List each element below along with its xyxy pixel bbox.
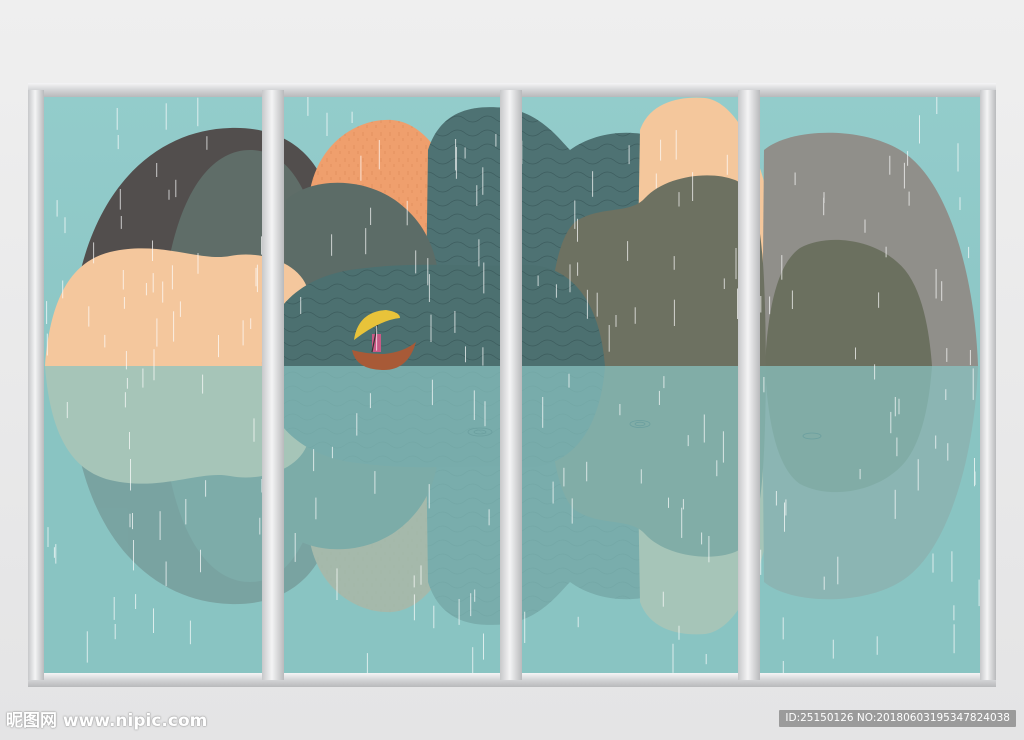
site-watermark: 昵图网 www.nipic.com bbox=[6, 706, 216, 734]
frame-divider-1 bbox=[262, 90, 284, 680]
frame-divider-3 bbox=[738, 90, 760, 680]
frame-divider-2 bbox=[500, 90, 522, 680]
site-watermark-text: 昵图网 www.nipic.com bbox=[6, 711, 208, 731]
frame-left-bar bbox=[28, 90, 44, 680]
image-id-badge: ID:25150126 NO:20180603195347824038 bbox=[779, 710, 1016, 727]
frame-right-bar bbox=[980, 90, 996, 680]
canvas-background: 昵图网 www.nipic.com ID:25150126 NO:2018060… bbox=[0, 0, 1024, 740]
artwork bbox=[28, 83, 996, 687]
